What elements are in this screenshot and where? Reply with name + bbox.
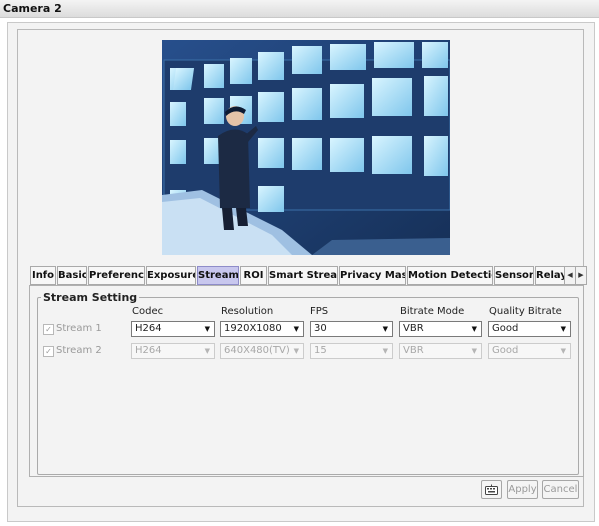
stream-2-bitrate-mode-value: VBR xyxy=(403,345,424,356)
stream-2-codec-select[interactable]: H264 ▼ xyxy=(131,343,215,359)
stream-1-fps-value: 30 xyxy=(314,323,327,334)
stream-2-fps-value: 15 xyxy=(314,345,327,356)
codec-header: Codec xyxy=(132,306,164,317)
tab-basic[interactable]: Basic xyxy=(57,266,87,285)
stream-1-quality-bitrate-select[interactable]: Good ▼ xyxy=(488,321,571,337)
stream-1-quality-bitrate-value: Good xyxy=(492,323,519,334)
stream-2-checkbox[interactable]: ✓ xyxy=(43,346,54,357)
apply-button[interactable]: Apply xyxy=(507,480,538,499)
stream-1-codec-select[interactable]: H264 ▼ xyxy=(131,321,215,337)
tab-privacy-mask[interactable]: Privacy Mask xyxy=(339,266,406,285)
quality-bitrate-header: Quality Bitrate xyxy=(489,306,562,317)
bitrate-mode-header: Bitrate Mode xyxy=(400,306,465,317)
chevron-down-icon: ▼ xyxy=(560,325,566,333)
scroll-right-icon[interactable]: ▶ xyxy=(575,266,587,285)
fps-header: FPS xyxy=(310,306,329,317)
tab-roi[interactable]: ROI xyxy=(240,266,267,285)
tab-exposure[interactable]: Exposure xyxy=(146,266,196,285)
resolution-header: Resolution xyxy=(221,306,274,317)
stream-2-resolution-select[interactable]: 640X480(TV) ▼ xyxy=(220,343,304,359)
tab-info[interactable]: Info xyxy=(30,266,56,285)
stream-2-resolution-value: 640X480(TV) xyxy=(224,345,290,356)
tab-motion-detection[interactable]: Motion Detection xyxy=(407,266,493,285)
tab-sensor[interactable]: Sensor xyxy=(494,266,534,285)
chevron-down-icon: ▼ xyxy=(471,325,477,333)
chevron-down-icon: ▼ xyxy=(382,325,388,333)
chevron-down-icon: ▼ xyxy=(204,325,210,333)
stream-1-codec-value: H264 xyxy=(135,323,162,334)
stream-1-bitrate-mode-value: VBR xyxy=(403,323,424,334)
title-bar: Camera 2 xyxy=(0,0,599,18)
stream-2-codec-value: H264 xyxy=(135,345,162,356)
tab-stream[interactable]: Stream xyxy=(197,266,239,285)
cancel-button[interactable]: Cancel xyxy=(542,480,579,499)
stream-2-bitrate-mode-select[interactable]: VBR ▼ xyxy=(399,343,482,359)
stream-2-quality-bitrate-select[interactable]: Good ▼ xyxy=(488,343,571,359)
keyboard-button[interactable] xyxy=(481,480,502,499)
stream-2-label: Stream 2 xyxy=(56,345,102,356)
stream-1-checkbox[interactable]: ✓ xyxy=(43,324,54,335)
chevron-down-icon: ▼ xyxy=(560,347,566,355)
camera-preview-image xyxy=(162,40,450,255)
window-title: Camera 2 xyxy=(3,2,62,15)
keyboard-icon xyxy=(485,484,498,495)
stream-2-fps-select[interactable]: 15 ▼ xyxy=(310,343,393,359)
chevron-down-icon: ▼ xyxy=(204,347,210,355)
stream-1-resolution-value: 1920X1080 xyxy=(224,323,282,334)
stream-1-fps-select[interactable]: 30 ▼ xyxy=(310,321,393,337)
tab-relay[interactable]: Relay xyxy=(535,266,565,285)
stream-1-bitrate-mode-select[interactable]: VBR ▼ xyxy=(399,321,482,337)
chevron-down-icon: ▼ xyxy=(293,325,299,333)
chevron-down-icon: ▼ xyxy=(293,347,299,355)
stream-setting-title: Stream Setting xyxy=(41,291,140,304)
stream-1-label: Stream 1 xyxy=(56,323,102,334)
tab-smart-stream[interactable]: Smart Stream xyxy=(268,266,338,285)
chevron-down-icon: ▼ xyxy=(471,347,477,355)
tab-preference[interactable]: Preference xyxy=(88,266,145,285)
stream-2-quality-bitrate-value: Good xyxy=(492,345,519,356)
stream-1-resolution-select[interactable]: 1920X1080 ▼ xyxy=(220,321,304,337)
chevron-down-icon: ▼ xyxy=(382,347,388,355)
camera-preview xyxy=(162,40,450,255)
